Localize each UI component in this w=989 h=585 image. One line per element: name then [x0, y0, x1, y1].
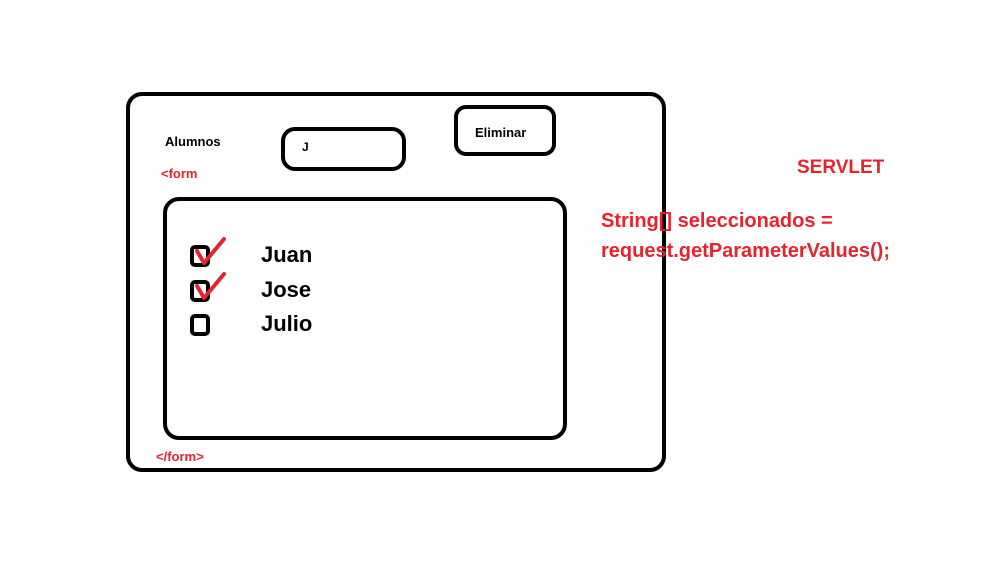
checkmark-icon — [195, 237, 226, 265]
servlet-code-line: String[] seleccionados = — [601, 210, 833, 232]
student-name: Jose — [261, 277, 312, 302]
search-input[interactable]: J — [281, 127, 406, 171]
form-open-tag: <form — [161, 166, 198, 181]
alumnos-label: Alumnos — [165, 134, 221, 149]
eliminar-button[interactable]: Eliminar — [454, 105, 556, 156]
student-checkbox-julio[interactable] — [190, 314, 210, 336]
servlet-title: SERVLET — [797, 157, 885, 178]
checkmark-icon — [195, 272, 226, 300]
student-list-box — [163, 197, 567, 440]
form-close-tag: </form> — [156, 449, 204, 464]
student-name: Juan — [261, 242, 313, 267]
student-name: Julio — [261, 311, 313, 336]
servlet-code-line: request.getParameterValues(); — [601, 240, 891, 262]
